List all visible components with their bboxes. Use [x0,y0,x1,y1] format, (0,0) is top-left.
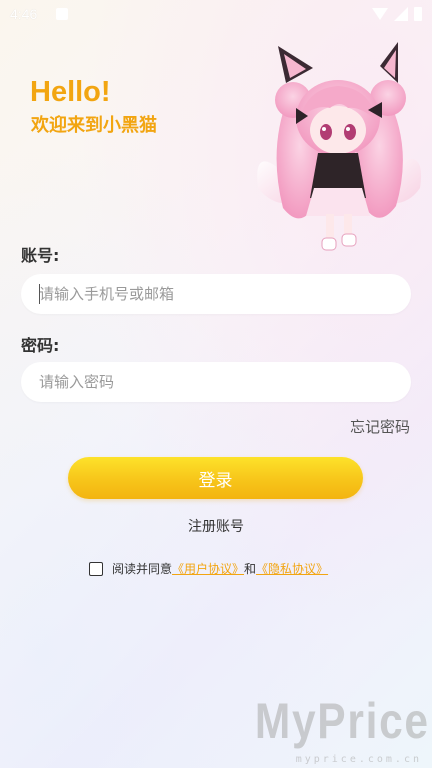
agreement-prefix: 阅读并同意 [112,562,173,576]
login-button[interactable]: 登录 [68,457,363,499]
hello-title: Hello! [30,76,111,108]
status-icons [372,7,422,21]
account-field[interactable] [21,274,411,314]
register-link[interactable]: 注册账号 [0,516,432,536]
agreement-checkbox[interactable] [89,561,103,576]
watermark-url: myprice.com.cn [295,754,422,765]
text-cursor [39,284,40,304]
mascot-illustration [257,42,422,251]
welcome-subtitle: 欢迎来到小黑猫 [31,115,157,136]
battery-icon [414,7,422,21]
wifi-icon [372,8,388,20]
agreement-and: 和 [244,562,257,576]
password-field[interactable] [21,362,411,402]
signal-icon [394,7,408,21]
account-input[interactable] [21,274,389,314]
forgot-password-link[interactable]: 忘记密码 [350,416,410,437]
password-input[interactable] [21,362,389,402]
agreement-row: 阅读并同意 《用户协议》 和 《隐私协议》 [89,560,328,577]
status-time: 4:46 [10,6,38,22]
password-label: 密码: [21,336,60,355]
user-agreement-link[interactable]: 《用户协议》 [172,560,244,577]
status-bar: 4:46 [0,0,432,30]
account-label: 账号: [21,246,60,265]
notification-icon [56,8,68,20]
watermark-logo: MyPrice [255,693,430,749]
privacy-policy-link[interactable]: 《隐私协议》 [256,560,328,577]
